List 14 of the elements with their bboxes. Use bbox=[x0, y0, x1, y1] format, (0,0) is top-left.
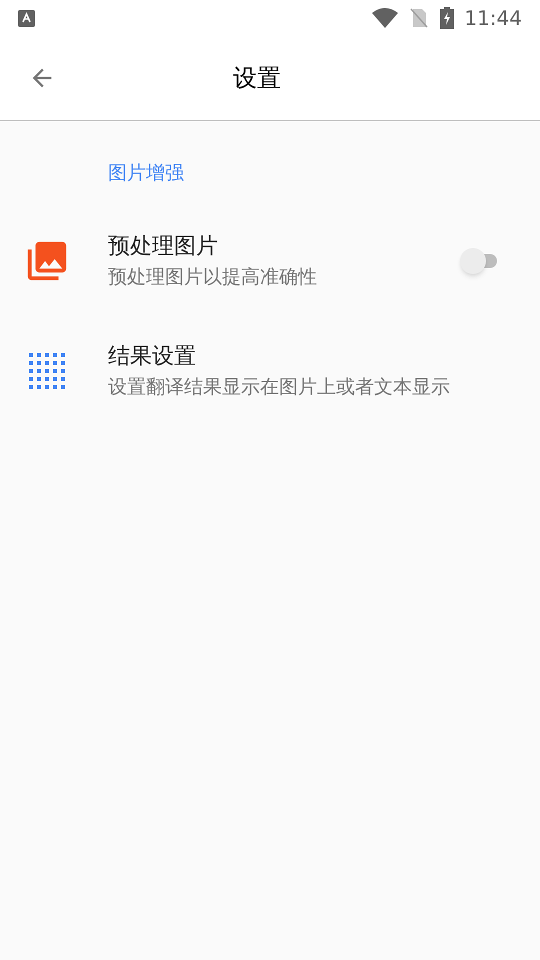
settings-item[interactable]: 结果设置 设置翻译结果显示在图片上或者文本显示 bbox=[0, 316, 540, 426]
status-time: 11:44 bbox=[464, 5, 522, 32]
wifi-icon bbox=[372, 8, 398, 28]
section-header: 图片增强 bbox=[108, 162, 184, 184]
no-sim-icon bbox=[410, 8, 428, 28]
battery-charging-icon bbox=[440, 7, 454, 29]
item-title: 预处理图片 bbox=[108, 232, 219, 261]
settings-item[interactable]: 预处理图片 预处理图片以提高准确性 bbox=[0, 206, 540, 316]
item-subtitle: 设置翻译结果显示在图片上或者文本显示 bbox=[108, 374, 451, 400]
item-title: 结果设置 bbox=[108, 342, 197, 371]
screen-title: 设置 bbox=[233, 63, 281, 94]
keyboard-icon bbox=[18, 10, 35, 26]
dotted-grid-icon bbox=[29, 352, 65, 388]
item-subtitle: 预处理图片以提高准确性 bbox=[108, 264, 318, 290]
